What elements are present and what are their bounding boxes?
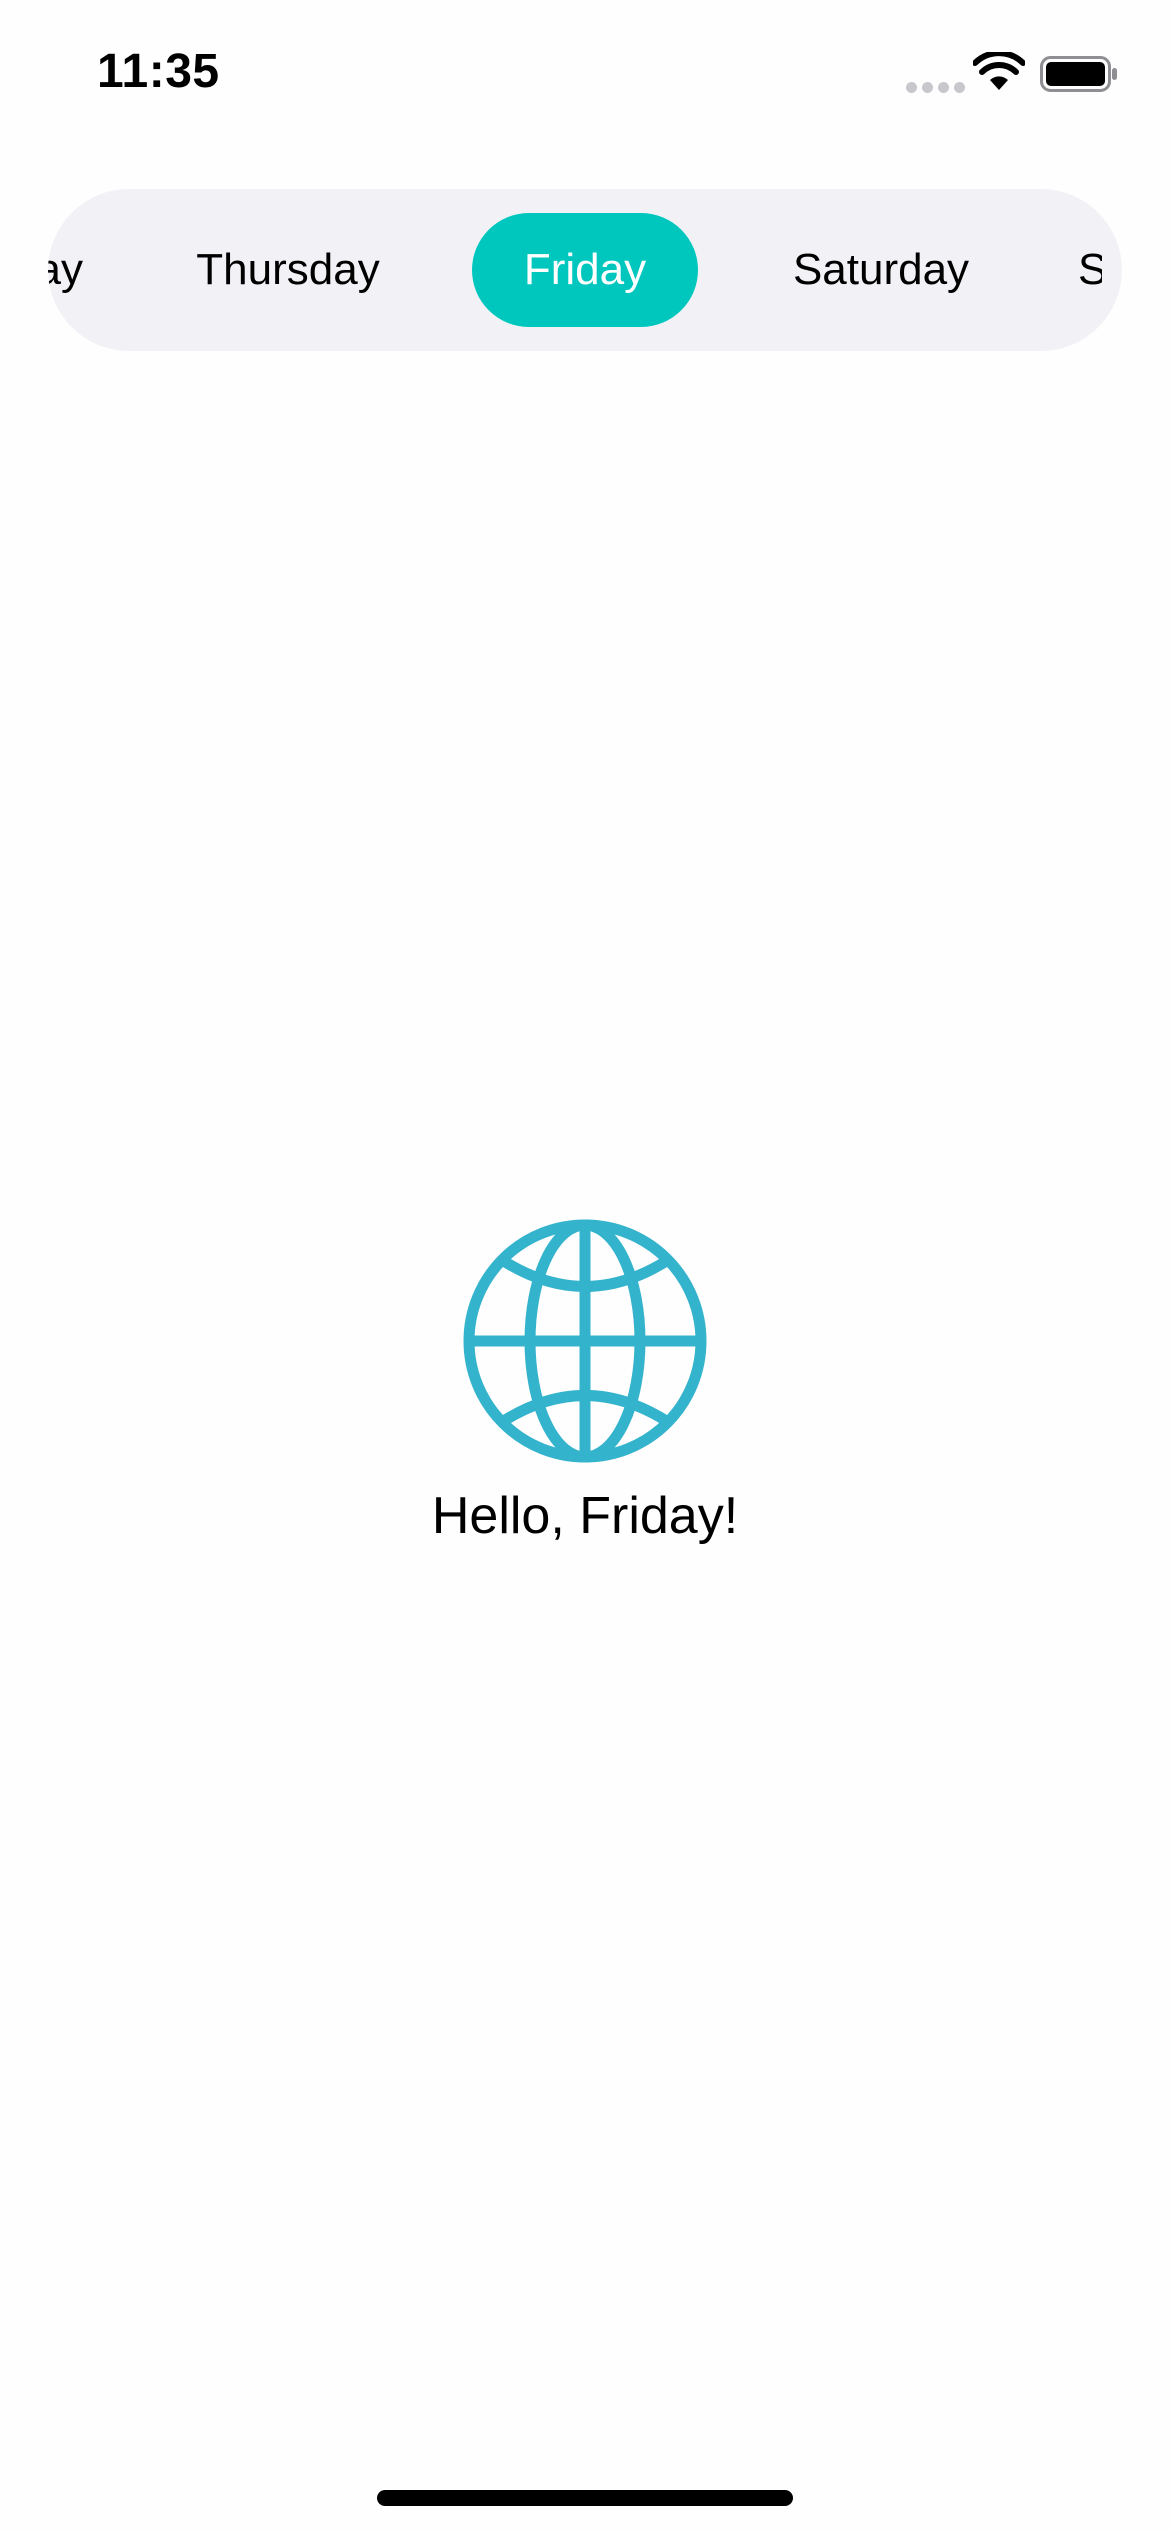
day-item-friday[interactable]: Friday [472, 213, 698, 327]
globe-icon [463, 1219, 707, 1463]
wifi-icon [973, 52, 1025, 90]
battery-icon [1040, 56, 1117, 92]
day-selector: Wednesday Thursday Friday Saturday Sunda… [48, 189, 1122, 351]
home-indicator[interactable] [377, 2490, 793, 2506]
day-track: Wednesday Thursday Friday Saturday Sunda… [48, 189, 1122, 351]
day-item-label: Wednesday [48, 245, 83, 294]
day-item-sunday[interactable]: Sunday [1078, 213, 1102, 327]
day-item-saturday[interactable]: Saturday [748, 213, 1014, 327]
day-item-thursday[interactable]: Thursday [174, 213, 402, 327]
main-content: Hello, Friday! [0, 1218, 1170, 1546]
status-time: 11:35 [97, 45, 220, 98]
status-bar: 11:35 [0, 0, 1170, 150]
greeting-text: Hello, Friday! [431, 1487, 739, 1545]
day-item-label: Saturday [792, 245, 970, 294]
day-item-label: Thursday [196, 245, 380, 294]
day-item-label: Friday [523, 245, 647, 294]
day-item-label: Sunday [1078, 245, 1102, 294]
day-item-wednesday[interactable]: Wednesday [48, 213, 83, 327]
cellular-signal-icon [906, 82, 965, 93]
